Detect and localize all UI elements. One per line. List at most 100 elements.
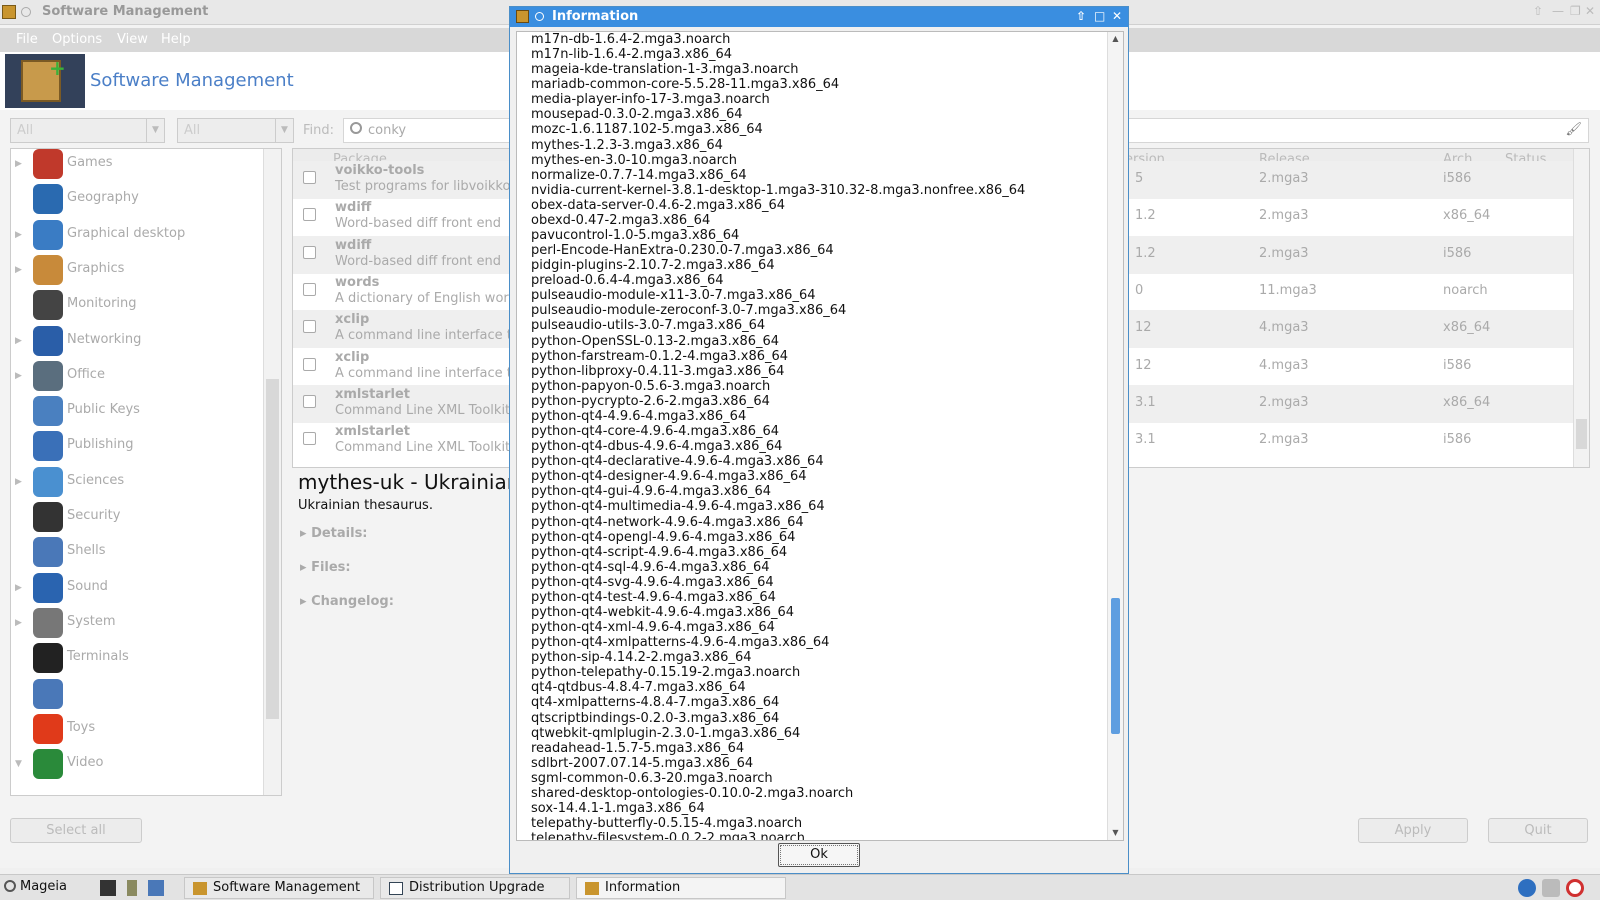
window-menu-button[interactable] bbox=[21, 7, 31, 17]
scroll-down-icon[interactable]: ▼ bbox=[1108, 826, 1123, 840]
ok-button[interactable]: Ok bbox=[778, 843, 860, 867]
expander-icon[interactable]: ▶ bbox=[15, 159, 22, 169]
maximize-button[interactable]: □ bbox=[1094, 9, 1105, 23]
clear-search-icon[interactable]: 🖌 bbox=[1565, 122, 1582, 137]
category-item[interactable]: Toys bbox=[11, 712, 263, 748]
package-checkbox[interactable] bbox=[303, 394, 316, 408]
scrollbar-thumb[interactable] bbox=[1111, 598, 1120, 734]
tools-icon bbox=[33, 607, 63, 638]
maximize-button[interactable]: ❐ bbox=[1570, 4, 1581, 18]
close-button[interactable]: ✕ bbox=[1585, 4, 1595, 18]
expander-icon[interactable]: ▶ bbox=[15, 371, 22, 381]
expander-icon[interactable]: ▶ bbox=[15, 618, 22, 628]
apply-button[interactable]: Apply bbox=[1358, 818, 1468, 843]
publishing-icon bbox=[33, 431, 63, 462]
network-tray-icon[interactable] bbox=[1518, 879, 1536, 897]
chevron-down-icon: ▼ bbox=[275, 119, 293, 142]
category-label: Graphics bbox=[67, 260, 125, 276]
category-item[interactable]: Terminals bbox=[11, 641, 263, 677]
category-item[interactable]: Shells bbox=[11, 535, 263, 571]
category-item[interactable]: ▶ Networking bbox=[11, 324, 263, 360]
menu-options[interactable]: Options bbox=[52, 32, 102, 47]
package-name: xclip bbox=[335, 312, 370, 328]
category-label: Geography bbox=[67, 190, 139, 206]
file-manager-launcher-icon[interactable] bbox=[127, 880, 137, 896]
start-menu-button[interactable]: Mageia bbox=[4, 879, 67, 894]
filter-type-select[interactable]: All ▼ bbox=[10, 118, 165, 143]
category-item[interactable]: ▶ Office bbox=[11, 359, 263, 395]
control-center-launcher-icon[interactable] bbox=[148, 880, 164, 896]
expander-icon[interactable]: ▶ bbox=[15, 477, 22, 487]
expander-icon[interactable]: ▶ bbox=[15, 336, 22, 346]
expander-icon[interactable]: ▶ bbox=[15, 583, 22, 593]
plus-icon: + bbox=[49, 56, 66, 80]
package-checkbox[interactable] bbox=[303, 432, 316, 446]
dialog-scrollbar[interactable]: ▲ ▼ bbox=[1107, 32, 1123, 840]
details-section[interactable]: ▸ Details: bbox=[300, 526, 368, 541]
category-item[interactable]: ▼ Video bbox=[11, 747, 263, 783]
category-item[interactable]: Publishing bbox=[11, 429, 263, 465]
window-menu-button[interactable] bbox=[535, 12, 544, 21]
list-item: telepathy-butterfly-0.5.15-4.mga3.noarch bbox=[531, 816, 803, 832]
package-checkbox[interactable] bbox=[303, 245, 316, 259]
keep-above-button[interactable]: ⇧ bbox=[1076, 9, 1086, 23]
category-item[interactable]: ▶ Games bbox=[11, 147, 263, 183]
close-button[interactable]: ✕ bbox=[1112, 9, 1122, 23]
expander-icon[interactable]: ▶ bbox=[15, 230, 22, 240]
minimize-button[interactable]: — bbox=[1552, 4, 1564, 18]
scrollbar-thumb[interactable] bbox=[1576, 419, 1587, 449]
category-label: Sound bbox=[67, 578, 108, 594]
changelog-section[interactable]: ▸ Changelog: bbox=[300, 594, 394, 609]
category-item[interactable]: Public Keys bbox=[11, 394, 263, 430]
files-section[interactable]: ▸ Files: bbox=[300, 560, 351, 575]
update-tray-icon[interactable] bbox=[1566, 879, 1584, 897]
package-release: 4.mga3 bbox=[1259, 357, 1309, 373]
scroll-up-icon[interactable]: ▲ bbox=[1108, 32, 1123, 46]
category-scrollbar[interactable] bbox=[263, 149, 281, 795]
package-arch: x86_64 bbox=[1443, 208, 1491, 224]
task-distribution-upgrade[interactable]: Distribution Upgrade bbox=[380, 877, 570, 899]
expander-icon[interactable]: ▶ bbox=[15, 265, 22, 275]
category-item[interactable]: ▶ Sound bbox=[11, 571, 263, 607]
list-item: pulseaudio-module-x11-3.0-7.mga3.x86_64 bbox=[531, 288, 816, 304]
list-item: python-qt4-declarative-4.9.6-4.mga3.x86_… bbox=[531, 454, 824, 470]
menu-file[interactable]: File bbox=[16, 32, 38, 47]
package-checkbox[interactable] bbox=[303, 208, 316, 222]
filter-type-value: All bbox=[17, 123, 34, 138]
package-scrollbar[interactable] bbox=[1573, 149, 1589, 467]
filter-status-select[interactable]: All ▼ bbox=[177, 118, 294, 143]
menu-help[interactable]: Help bbox=[161, 32, 191, 47]
keep-above-button[interactable]: ⇧ bbox=[1533, 4, 1543, 18]
category-item[interactable]: Security bbox=[11, 500, 263, 536]
list-item: qtwebkit-qmlplugin-2.3.0-1.mga3.x86_64 bbox=[531, 725, 801, 741]
package-checkbox[interactable] bbox=[303, 282, 316, 296]
category-item[interactable]: ▶ Sciences bbox=[11, 465, 263, 501]
dialog-titlebar[interactable]: Information ⇧ □ ✕ bbox=[510, 7, 1128, 27]
task-information[interactable]: Information bbox=[576, 877, 786, 899]
taskbar: Mageia Software Management Distribution … bbox=[0, 874, 1600, 900]
select-all-button[interactable]: Select all bbox=[10, 818, 142, 843]
quit-button[interactable]: Quit bbox=[1488, 818, 1588, 843]
package-checkbox[interactable] bbox=[303, 171, 316, 184]
scrollbar-thumb[interactable] bbox=[266, 379, 279, 719]
terminal-launcher-icon[interactable] bbox=[100, 880, 116, 896]
task-software-management[interactable]: Software Management bbox=[184, 877, 374, 899]
category-item[interactable]: ▶ Graphical desktop bbox=[11, 218, 263, 254]
printer-tray-icon[interactable] bbox=[1542, 879, 1560, 897]
category-item[interactable]: ▶ Graphics bbox=[11, 253, 263, 289]
category-tree[interactable]: ▶ Games Geography ▶ Graphical desktop ▶ Graphi… bbox=[10, 148, 282, 796]
expander-icon[interactable]: ▼ bbox=[15, 759, 22, 769]
category-item[interactable]: ▶ System bbox=[11, 606, 263, 642]
package-checkbox[interactable] bbox=[303, 320, 316, 334]
category-item[interactable]: Geography bbox=[11, 182, 263, 218]
package-list[interactable]: m17n-db-1.6.4-2.mga3.noarch m17n-lib-1.6.… bbox=[516, 31, 1124, 841]
package-version: 0 bbox=[1135, 282, 1144, 298]
list-item: mythes-en-3.0-10.mga3.noarch bbox=[531, 152, 738, 168]
category-item[interactable] bbox=[11, 677, 263, 713]
list-item: preload-0.6.4-4.mga3.x86_64 bbox=[531, 273, 724, 289]
category-item[interactable]: Monitoring bbox=[11, 288, 263, 324]
package-description: A dictionary of English wor bbox=[335, 290, 509, 306]
menu-view[interactable]: View bbox=[117, 32, 148, 47]
package-arch: i586 bbox=[1443, 245, 1472, 261]
package-checkbox[interactable] bbox=[303, 357, 316, 371]
